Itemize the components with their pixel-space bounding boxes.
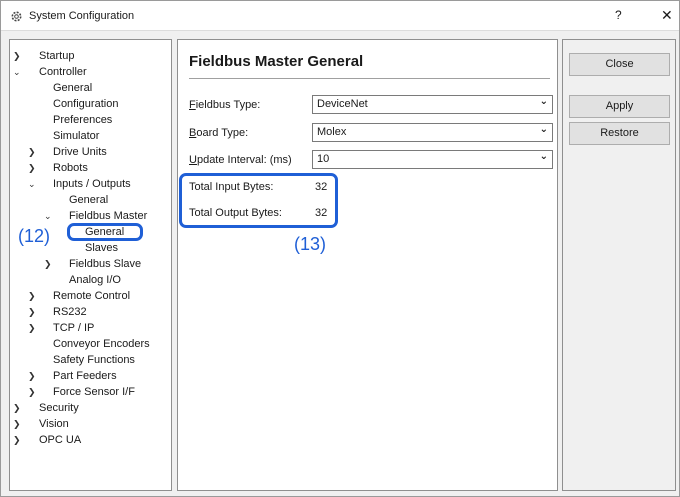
tree-item-label: Simulator [53, 130, 100, 142]
chevron-right-icon[interactable]: ❯ [28, 288, 38, 304]
tree-item-fieldbus-slave[interactable]: ❯ Fieldbus Slave [44, 256, 171, 272]
tree-item-label: Drive Units [53, 146, 107, 158]
chevron-right-icon[interactable]: ❯ [28, 320, 38, 336]
update-interval-select[interactable]: 10 ⌄ [312, 150, 553, 169]
chevron-right-icon[interactable]: ❯ [28, 304, 38, 320]
chevron-down-icon[interactable]: ⌄ [28, 176, 38, 192]
window-title: System Configuration [29, 10, 135, 22]
tree-item-label: RS232 [53, 306, 87, 318]
chevron-right-icon[interactable]: ❯ [13, 416, 23, 432]
chevron-right-icon[interactable]: ❯ [13, 48, 23, 64]
chevron-down-icon: ⌄ [539, 124, 548, 135]
tree-item-label: General [53, 82, 93, 94]
settings-tree[interactable]: ❯ Startup ⌄ Controller General Configura… [9, 39, 172, 491]
tree-item-label: Fieldbus Slave [69, 258, 142, 270]
fieldbus-type-label: Fieldbus Type: [189, 99, 260, 111]
tree-item-label: Vision [39, 418, 69, 430]
tree-item-rs232[interactable]: ❯ RS232 [28, 304, 158, 320]
system-configuration-window: System Configuration ? ✕ ❯ Startup ⌄ Con… [0, 0, 680, 497]
tree-item-label: Fieldbus Master [69, 210, 148, 222]
close-window-button[interactable]: ✕ [661, 7, 673, 24]
tree-item-vision[interactable]: ❯ Vision [13, 416, 163, 432]
tree-item-label: TCP / IP [53, 322, 95, 334]
access-key: U [189, 154, 197, 166]
tree-item-label: Force Sensor I/F [53, 386, 135, 398]
tree-item-robots[interactable]: ❯ Robots [28, 160, 158, 176]
restore-button[interactable]: Restore [569, 122, 670, 145]
chevron-right-icon[interactable]: ❯ [28, 368, 38, 384]
board-type-select[interactable]: Molex ⌄ [312, 123, 553, 142]
tree-item-fieldbus-master[interactable]: ⌄ Fieldbus Master [44, 208, 171, 224]
tree-item-label: Conveyor Encoders [53, 338, 150, 350]
chevron-right-icon[interactable]: ❯ [13, 400, 23, 416]
tree-item-force-sensor[interactable]: ❯ Force Sensor I/F [28, 384, 168, 400]
tree-item-part-feeders[interactable]: ❯ Part Feeders [28, 368, 158, 384]
label-text: oard Type: [196, 127, 249, 139]
label-text: ieldbus Type: [195, 99, 261, 111]
selected-value: DeviceNet [317, 98, 368, 110]
close-button[interactable]: Close [569, 53, 670, 76]
selected-value: 10 [317, 153, 330, 165]
chevron-down-icon[interactable]: ⌄ [13, 64, 23, 80]
tree-item-label: Configuration [53, 98, 119, 110]
tree-item-opc-ua[interactable]: ❯ OPC UA [13, 432, 163, 448]
tree-item-label: Startup [39, 50, 75, 62]
chevron-right-icon[interactable]: ❯ [28, 144, 38, 160]
tree-item-startup[interactable]: ❯ Startup [13, 48, 163, 64]
board-type-label: Board Type: [189, 127, 248, 139]
help-button[interactable]: ? [615, 8, 622, 22]
tree-item-drive-units[interactable]: ❯ Drive Units [28, 144, 158, 160]
selected-value: Molex [317, 126, 347, 138]
page-title: Fieldbus Master General [189, 53, 364, 70]
title-bar: System Configuration ? ✕ [1, 1, 679, 31]
update-interval-label: Update Interval: (ms) [189, 154, 292, 166]
callout-13-highlight [179, 173, 338, 228]
tree-item-label: General [69, 194, 109, 206]
access-key: F [189, 99, 196, 111]
chevron-down-icon[interactable]: ⌄ [44, 208, 54, 224]
tree-item-label: Security [39, 402, 79, 414]
settings-content: Fieldbus Master General Fieldbus Type: D… [177, 39, 558, 491]
tree-item-label: Inputs / Outputs [53, 178, 131, 190]
tree-item-label: Slaves [85, 242, 119, 254]
tree-item-label: Analog I/O [69, 274, 121, 286]
tree-item-label: Controller [39, 66, 87, 78]
tree-item-label: Safety Functions [53, 354, 135, 366]
chevron-down-icon: ⌄ [539, 96, 548, 107]
tree-item-label: Remote Control [53, 290, 131, 302]
chevron-right-icon[interactable]: ❯ [28, 160, 38, 176]
tree-item-label: OPC UA [39, 434, 82, 446]
tree-item-label: Robots [53, 162, 88, 174]
callout-12-label: (12) [18, 226, 51, 246]
actions-panel: Close Apply Restore [562, 39, 676, 491]
fieldbus-type-select[interactable]: DeviceNet ⌄ [312, 95, 553, 114]
tree-item-security[interactable]: ❯ Security [13, 400, 163, 416]
chevron-right-icon[interactable]: ❯ [13, 432, 23, 448]
tree-item-inputs-outputs[interactable]: ⌄ Inputs / Outputs [28, 176, 168, 192]
chevron-down-icon: ⌄ [539, 151, 548, 162]
tree-item-label: Part Feeders [53, 370, 117, 382]
tree-item-label: Preferences [53, 114, 113, 126]
label-text: pdate Interval: (ms) [196, 154, 292, 166]
callout-13-label: (13) [294, 234, 327, 254]
tree-item-controller[interactable]: ⌄ Controller [13, 64, 163, 80]
gear-icon [11, 11, 22, 22]
apply-button[interactable]: Apply [569, 95, 670, 118]
tree-item-tcp-ip[interactable]: ❯ TCP / IP [28, 320, 158, 336]
chevron-right-icon[interactable]: ❯ [44, 256, 54, 272]
title-divider [189, 78, 550, 79]
callout-12-highlight [67, 223, 143, 241]
chevron-right-icon[interactable]: ❯ [28, 384, 38, 400]
tree-item-remote-control[interactable]: ❯ Remote Control [28, 288, 168, 304]
